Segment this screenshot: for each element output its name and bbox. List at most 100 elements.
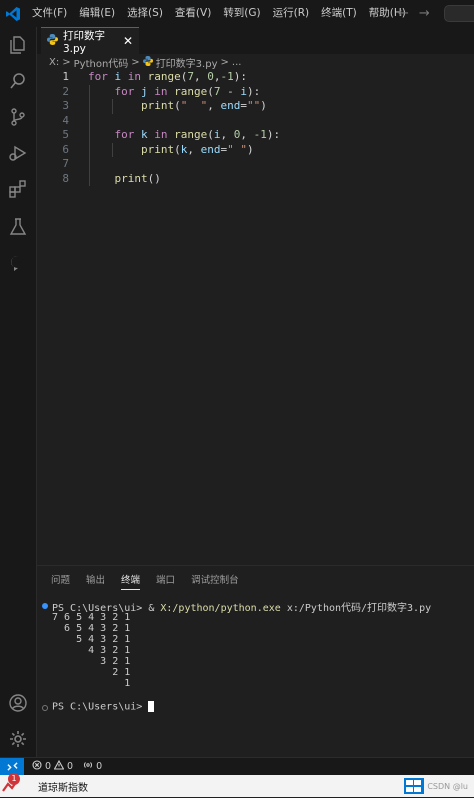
code-line[interactable]: 6 print(k, end=" ") [37, 143, 474, 158]
code-token: " " [180, 99, 208, 112]
code-line[interactable]: 5 for k in range(i, 0, -1): [37, 128, 474, 143]
breadcrumb-more[interactable]: ... [232, 57, 242, 68]
breadcrumb-separator: > [220, 56, 229, 68]
code-token: in [154, 128, 168, 141]
code-token: range [174, 84, 208, 98]
problems-status[interactable]: 0 0 [32, 759, 74, 773]
code-line[interactable]: 4 [37, 114, 474, 129]
menu-edit[interactable]: 编辑(E) [73, 0, 121, 27]
code-line[interactable]: 1 for i in range(7, 0,-1): [37, 70, 474, 85]
code-token: , [213, 70, 221, 83]
code-token: - [220, 84, 241, 98]
run-debug-icon[interactable] [8, 143, 28, 163]
ports-status[interactable]: 0 [83, 760, 102, 773]
bottom-panel: 问题 输出 终端 端口 调试控制台 PS C:\Users\ui> & X:/p… [37, 565, 474, 757]
breadcrumb-folder[interactable]: Python代码 [74, 55, 129, 70]
breadcrumb-file[interactable]: 打印数字3.py [156, 55, 218, 70]
code-token: , [240, 128, 254, 141]
menu-run[interactable]: 运行(R) [267, 0, 316, 27]
windows-icon[interactable] [404, 778, 425, 794]
breadcrumb-drive[interactable]: X: [49, 57, 59, 68]
code-token: ( [174, 142, 181, 156]
chat-icon[interactable] [8, 253, 28, 273]
code-token: for [114, 128, 135, 141]
error-icon [32, 760, 42, 773]
explorer-icon[interactable] [8, 35, 28, 55]
notification-title[interactable]: 道琼斯指数 [38, 779, 88, 794]
code-token: "" [246, 99, 261, 112]
vscode-logo-icon [0, 6, 26, 22]
account-icon[interactable] [8, 693, 28, 713]
search-icon[interactable] [8, 71, 28, 91]
code-token: print [140, 99, 175, 112]
command-center-search[interactable] [444, 5, 474, 22]
testing-flask-icon[interactable] [8, 217, 28, 237]
code-token: -1 [253, 128, 267, 141]
title-bar: 文件(F) 编辑(E) 选择(S) 查看(V) 转到(G) 运行(R) 终端(T… [0, 0, 474, 27]
code-text: for k in range(i, 0, -1): [88, 128, 281, 141]
tab-debug-console[interactable]: 调试控制台 [191, 572, 239, 590]
settings-gear-icon[interactable] [8, 729, 28, 749]
menu-go[interactable]: 转到(G) [217, 0, 266, 27]
error-count: 0 [45, 761, 52, 772]
activity-bar [0, 27, 37, 757]
code-token: -1 [220, 70, 234, 83]
source-control-icon[interactable] [8, 107, 28, 127]
menu-file[interactable]: 文件(F) [26, 0, 73, 27]
code-line[interactable]: 8 print() [37, 172, 474, 187]
code-editor[interactable]: 1 for i in range(7, 0,-1): 2 for j in rang… [37, 70, 474, 565]
menu-view[interactable]: 查看(V) [169, 0, 217, 27]
tab-label: 打印数字3.py [63, 29, 105, 55]
menu-bar: 文件(F) 编辑(E) 选择(S) 查看(V) 转到(G) 运行(R) 终端(T… [26, 0, 412, 27]
code-line[interactable]: 2 for j in range(7 - i): [37, 85, 474, 100]
python-file-icon [47, 34, 58, 48]
menu-terminal[interactable]: 终端(T) [315, 0, 363, 27]
line-number: 3 [62, 99, 69, 112]
code-token: ( [207, 128, 214, 141]
terminal-command-line: PS C:\Users\ui> & X:/python/python.exe x… [52, 599, 431, 614]
prompt-status-dot [42, 705, 48, 711]
line-number: 7 [62, 157, 69, 170]
line-number: 6 [62, 142, 69, 156]
notification-badge: 1 [8, 773, 20, 785]
code-line[interactable]: 7 [37, 157, 474, 172]
code-token: () [147, 171, 161, 185]
tab-output[interactable]: 输出 [86, 572, 105, 590]
code-token: end [220, 99, 241, 112]
tab-ports[interactable]: 端口 [156, 572, 175, 590]
code-token: in [154, 84, 168, 98]
panel-tabs: 问题 输出 终端 端口 调试控制台 [51, 572, 239, 590]
back-arrow-icon[interactable]: ← [398, 6, 409, 21]
terminal-output-line: 1 [52, 678, 137, 689]
chart-app-icon[interactable]: 1 [0, 773, 26, 797]
close-icon[interactable]: ✕ [123, 34, 133, 48]
breadcrumb: X: > Python代码 > 打印数字3.py > ... [37, 54, 474, 70]
code-token: ): [233, 70, 247, 83]
code-token: for [88, 70, 108, 83]
code-line[interactable]: 3 print(" ", end="") [37, 99, 474, 114]
menu-selection[interactable]: 选择(S) [121, 0, 169, 27]
code-text: print() [88, 172, 161, 185]
code-token: ): [266, 128, 281, 141]
forward-arrow-icon[interactable]: → [419, 6, 430, 21]
code-token: i [240, 84, 247, 98]
code-token: ( [207, 84, 214, 98]
code-token: for [114, 84, 135, 98]
warning-count: 0 [67, 761, 74, 772]
code-token: = [240, 99, 247, 112]
code-token: ) [260, 99, 267, 112]
code-text: for i in range(7, 0,-1): [88, 70, 247, 83]
code-token: print [114, 171, 148, 185]
tab-problems[interactable]: 问题 [51, 572, 70, 590]
tab-file[interactable]: 打印数字3.py ✕ [41, 27, 139, 55]
terminal-exe-path: X:/python/python.exe [160, 603, 281, 614]
tab-terminal[interactable]: 终端 [121, 572, 141, 590]
code-token: 7 [187, 70, 194, 83]
extensions-icon[interactable] [8, 179, 28, 199]
line-number: 4 [62, 113, 69, 127]
